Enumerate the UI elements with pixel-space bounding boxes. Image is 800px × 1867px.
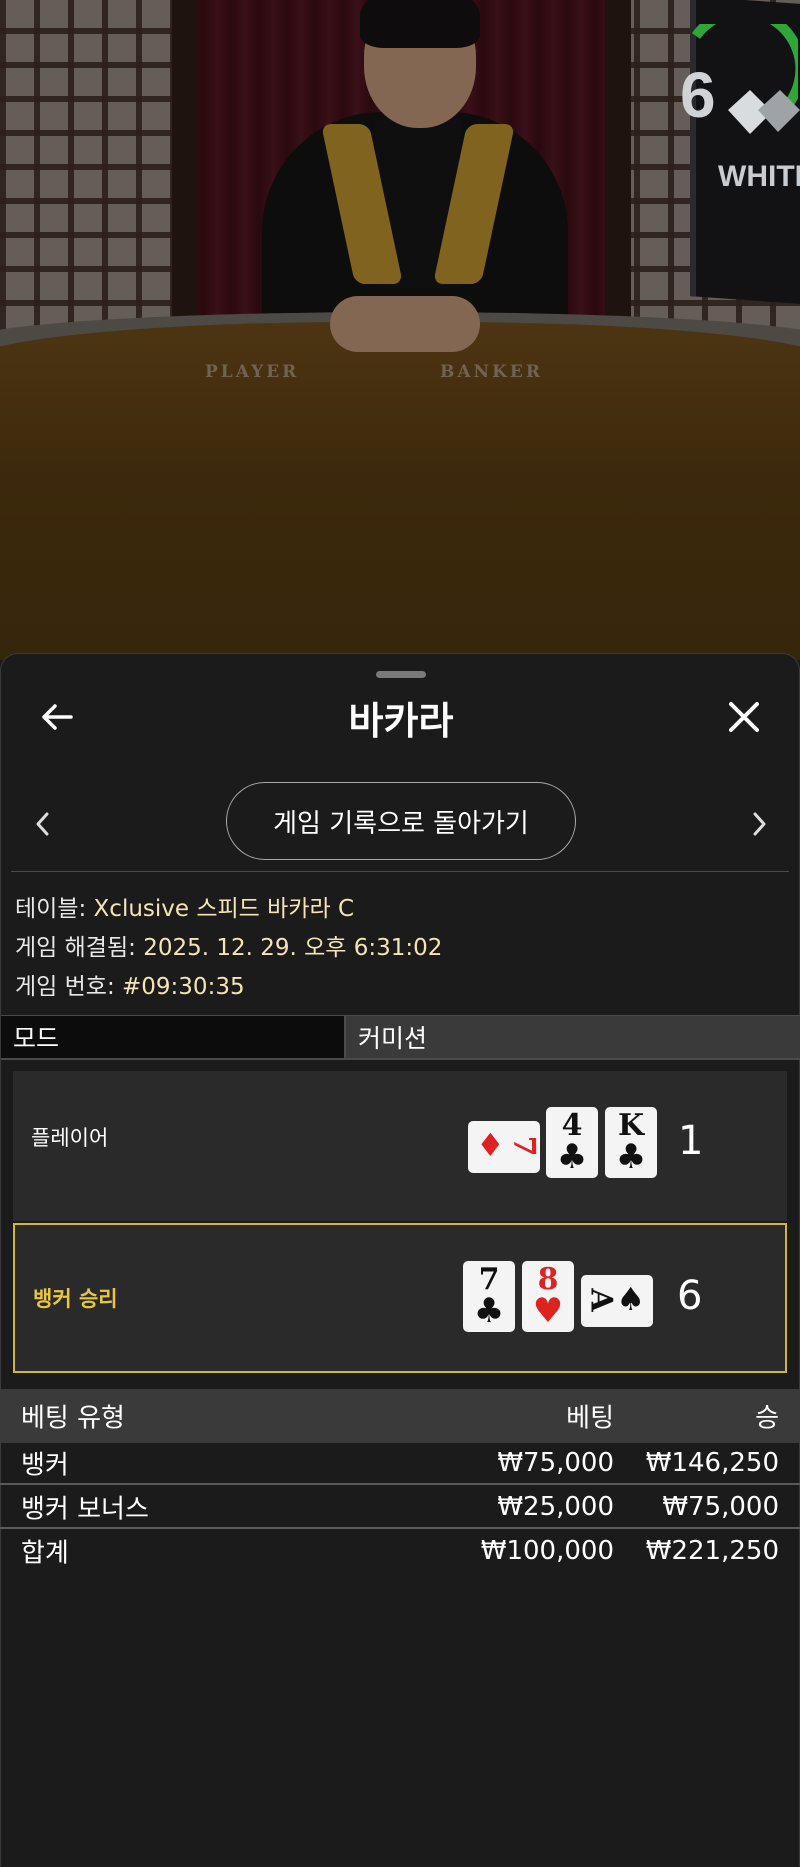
- live-video-feed: PLAYER BANKER 6 WHITE: [0, 0, 800, 660]
- banker-card-3: A ♠: [581, 1275, 653, 1327]
- chevron-left-icon: [36, 812, 49, 836]
- brand-logo-icon: [728, 90, 800, 134]
- banker-win-label: 뱅커 승리: [33, 1287, 118, 1311]
- banker-card-1: 7 ♣: [463, 1261, 515, 1332]
- bet-amount-cell: ₩75,000: [497, 1448, 614, 1478]
- info-table: 테이블: Xclusive 스피드 바카라 C: [15, 889, 354, 923]
- bets-table-header: 베팅 유형 베팅 승: [0, 1389, 800, 1443]
- banker-score: 6: [677, 1273, 703, 1319]
- info-resolved: 게임 해결됨: 2025. 12. 29. 오후 6:31:02: [15, 928, 442, 962]
- header-bet: 베팅: [566, 1403, 614, 1434]
- player-hand-row: 플레이어 ♦ 7 4 ♣ K ♣ 1: [13, 1071, 787, 1221]
- table-row: 뱅커 ₩75,000 ₩146,250: [0, 1443, 800, 1485]
- total-win: ₩221,250: [645, 1536, 779, 1566]
- tab-commission[interactable]: 커미션: [346, 1016, 800, 1058]
- info-game-number: 게임 번호: #09:30:35: [15, 967, 245, 1001]
- info-resolved-value: 2025. 12. 29. 오후 6:31:02: [143, 935, 443, 961]
- info-game-number-label: 게임 번호:: [15, 974, 115, 1000]
- banker-card-3-suit: ♠: [616, 1280, 645, 1318]
- total-row: 합계 ₩100,000 ₩221,250: [0, 1530, 800, 1572]
- player-card-1-suit: ♦: [476, 1126, 505, 1164]
- player-card-1-rank: 7: [506, 1135, 542, 1157]
- close-button[interactable]: [721, 694, 767, 740]
- win-amount-cell: ₩75,000: [662, 1492, 779, 1522]
- win-amount-cell: ₩146,250: [645, 1448, 779, 1478]
- player-card-3: K ♣: [605, 1107, 657, 1178]
- divider: [11, 871, 789, 872]
- banker-card-2: 8 ♥: [522, 1261, 574, 1332]
- player-score: 1: [678, 1118, 704, 1164]
- back-to-history-button[interactable]: 게임 기록으로 돌아가기: [226, 782, 576, 860]
- info-resolved-label: 게임 해결됨:: [15, 935, 136, 961]
- bet-amount-cell: ₩25,000: [497, 1492, 614, 1522]
- panel-title: 바카라: [348, 699, 454, 743]
- bet-type-cell: 뱅커 보너스: [21, 1494, 149, 1525]
- mode-tabs: 모드 커미션: [1, 1015, 800, 1060]
- player-label: 플레이어: [31, 1126, 109, 1150]
- bet-type-cell: 뱅커: [21, 1450, 69, 1481]
- next-game-button[interactable]: [743, 804, 775, 844]
- info-table-value: Xclusive 스피드 바카라 C: [93, 896, 355, 922]
- tab-mode[interactable]: 모드: [1, 1016, 346, 1058]
- player-card-2: 4 ♣: [546, 1107, 598, 1178]
- header-win: 승: [755, 1403, 779, 1434]
- brand-logo-text: WHITE: [718, 160, 800, 193]
- total-label: 합계: [21, 1538, 69, 1569]
- info-table-label: 테이블:: [15, 896, 87, 922]
- chevron-right-icon: [753, 812, 766, 836]
- header-bet-type: 베팅 유형: [21, 1403, 125, 1434]
- banker-card-3-rank: A: [583, 1288, 619, 1312]
- player-card-3-suit: ♣: [615, 1137, 647, 1177]
- table-row: 뱅커 보너스 ₩25,000 ₩75,000: [0, 1487, 800, 1529]
- banker-card-1-suit: ♣: [473, 1291, 505, 1331]
- close-icon: [729, 702, 759, 732]
- drag-handle[interactable]: [376, 671, 426, 678]
- banker-hand-row: 뱅커 승리 7 ♣ 8 ♥ A ♠ 6: [13, 1223, 787, 1373]
- countdown-timer-value: 6: [680, 59, 716, 131]
- total-bet: ₩100,000: [480, 1536, 614, 1566]
- info-game-number-value: #09:30:35: [122, 974, 245, 1000]
- player-card-1: ♦ 7: [468, 1121, 542, 1173]
- previous-game-button[interactable]: [27, 804, 59, 844]
- player-card-2-suit: ♣: [556, 1137, 588, 1177]
- banker-card-2-suit: ♥: [532, 1291, 564, 1331]
